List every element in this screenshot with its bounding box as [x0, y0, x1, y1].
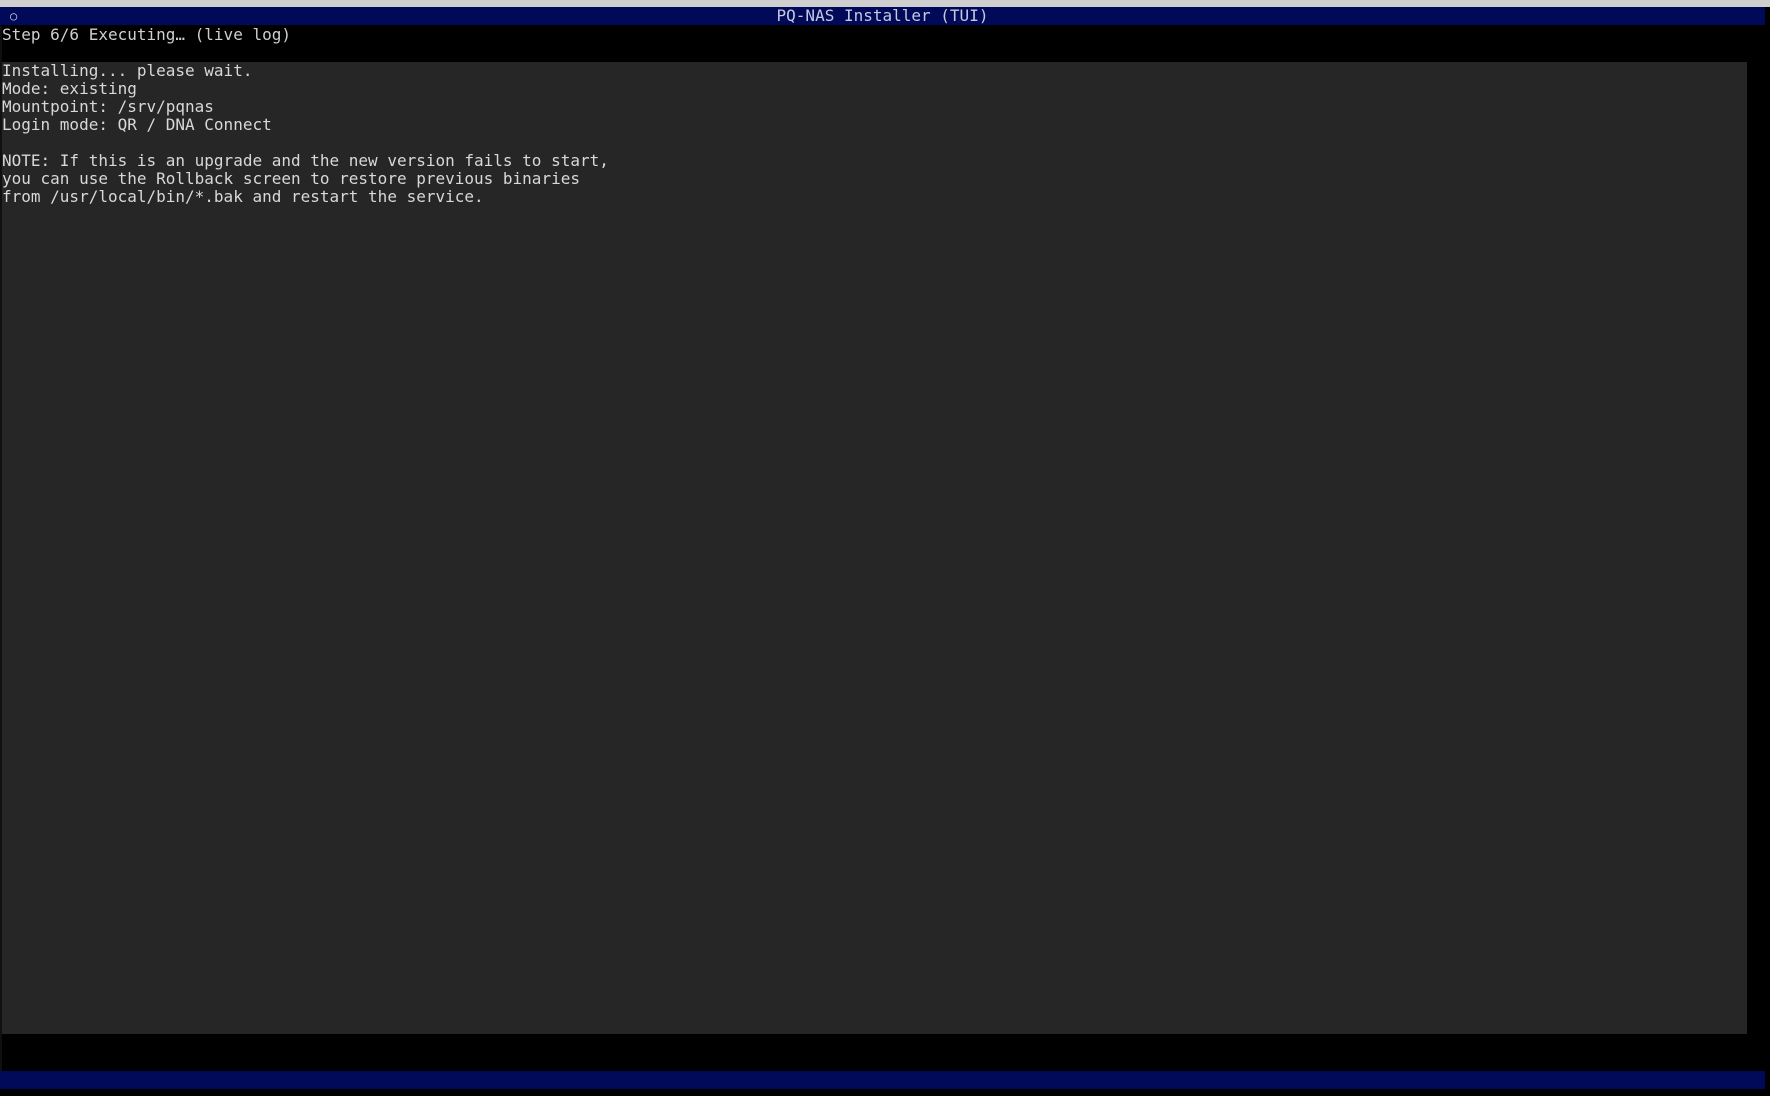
status-bar — [0, 1071, 1765, 1089]
log-line-installing: Installing... please wait. — [2, 61, 253, 80]
log-line-mode: Mode: existing — [2, 79, 137, 98]
log-line-note-1: NOTE: If this is an upgrade and the new … — [2, 151, 609, 170]
log-line-mountpoint: Mountpoint: /srv/pqnas — [2, 97, 214, 116]
log-line-note-2: you can use the Rollback screen to resto… — [2, 169, 580, 188]
live-log-panel[interactable]: Installing... please wait. Mode: existin… — [2, 62, 1747, 1034]
log-line-note-3: from /usr/local/bin/*.bak and restart th… — [2, 187, 484, 206]
step-indicator: Step 6/6 Executing… (live log) — [2, 25, 291, 44]
log-line-login-mode: Login mode: QR / DNA Connect — [2, 115, 272, 134]
window-title: PQ-NAS Installer (TUI) — [776, 6, 989, 25]
title-bar: ○ PQ-NAS Installer (TUI) — [0, 7, 1765, 25]
